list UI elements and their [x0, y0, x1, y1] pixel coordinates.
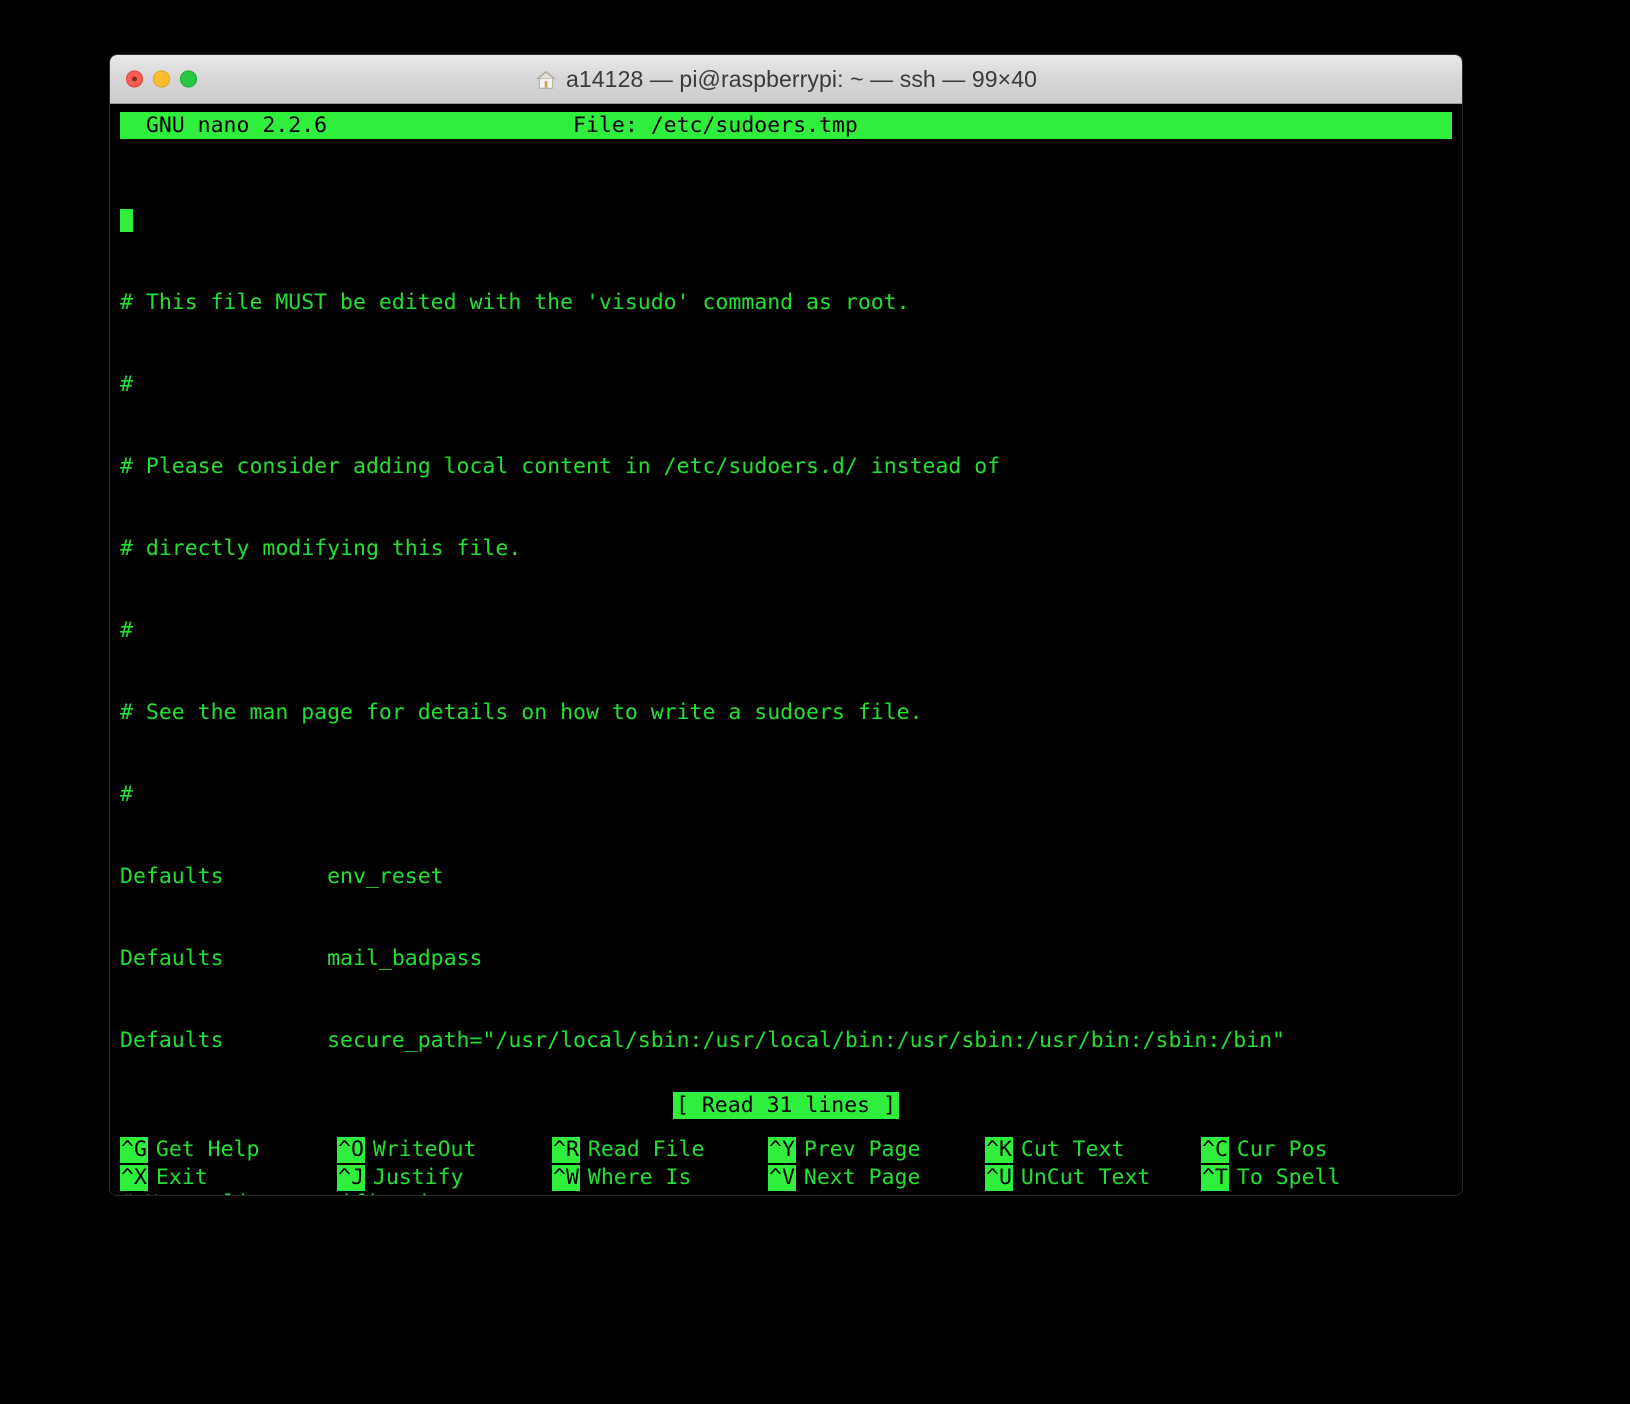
shortcut-label: Exit — [155, 1164, 208, 1190]
nano-editor-area[interactable]: # This file MUST be edited with the 'vis… — [110, 153, 1462, 1195]
editor-line: # — [120, 372, 133, 398]
shortcut-label: To Spell — [1236, 1164, 1341, 1190]
terminal-body[interactable]: GNU nano 2.2.6 File: /etc/sudoers.tmp # … — [110, 104, 1462, 1195]
shortcut-label: Get Help — [155, 1136, 260, 1162]
status-message: [ Read 31 lines ] — [672, 1092, 900, 1119]
editor-line: # directly modifying this file. — [120, 536, 522, 562]
shortcut-key: ^X — [120, 1164, 148, 1191]
window-titlebar[interactable]: a14128 — pi@raspberrypi: ~ — ssh — 99×40 — [110, 55, 1462, 104]
shortcut-justify[interactable]: ^J Justify — [337, 1164, 552, 1191]
text-cursor — [120, 208, 133, 232]
editor-line-cursor — [120, 208, 1452, 235]
house-icon — [535, 69, 557, 91]
shortcut-key: ^C — [1201, 1136, 1229, 1163]
window-title-text: a14128 — pi@raspberrypi: ~ — ssh — 99×40 — [566, 65, 1037, 92]
close-button[interactable] — [126, 70, 143, 88]
shortcut-key: ^W — [552, 1164, 580, 1191]
editor-line: # This file MUST be edited with the 'vis… — [120, 290, 910, 316]
shortcut-key: ^U — [985, 1164, 1013, 1191]
shortcut-key: ^J — [337, 1164, 365, 1191]
shortcut-cur-pos[interactable]: ^C Cur Pos — [1201, 1136, 1401, 1163]
shortcut-key: ^Y — [768, 1136, 796, 1163]
shortcut-read-file[interactable]: ^R Read File — [552, 1136, 768, 1163]
nano-shortcut-bar: ^G Get Help ^O WriteOut ^R Read File ^Y … — [120, 1135, 1452, 1191]
editor-line: # Please consider adding local content i… — [120, 454, 1001, 480]
nano-header-bar: GNU nano 2.2.6 File: /etc/sudoers.tmp — [120, 112, 1452, 139]
window-controls — [126, 70, 197, 88]
nano-status-wrap: [ Read 31 lines ] — [110, 1092, 1462, 1119]
screen-root: a14128 — pi@raspberrypi: ~ — ssh — 99×40… — [0, 0, 1630, 1404]
shortcut-key: ^G — [120, 1136, 148, 1163]
shortcut-label: Cut Text — [1020, 1136, 1125, 1162]
shortcut-key: ^O — [337, 1136, 365, 1163]
shortcut-exit[interactable]: ^X Exit — [120, 1164, 337, 1191]
shortcut-to-spell[interactable]: ^T To Spell — [1201, 1164, 1401, 1191]
shortcut-row-1: ^G Get Help ^O WriteOut ^R Read File ^Y … — [120, 1135, 1452, 1163]
shortcut-label: UnCut Text — [1020, 1164, 1151, 1190]
maximize-button[interactable] — [180, 70, 197, 88]
shortcut-key: ^R — [552, 1136, 580, 1163]
editor-line: # — [120, 781, 133, 807]
shortcut-label: Cur Pos — [1236, 1136, 1328, 1162]
shortcut-label: WriteOut — [372, 1136, 477, 1162]
shortcut-where-is[interactable]: ^W Where Is — [552, 1164, 768, 1191]
shortcut-prev-page[interactable]: ^Y Prev Page — [768, 1136, 985, 1163]
shortcut-label: Where Is — [587, 1164, 692, 1190]
terminal-window: a14128 — pi@raspberrypi: ~ — ssh — 99×40… — [110, 55, 1462, 1195]
editor-line: Defaults secure_path="/usr/local/sbin:/u… — [120, 1027, 1285, 1053]
shortcut-next-page[interactable]: ^V Next Page — [768, 1164, 985, 1191]
editor-line: # See the man page for details on how to… — [120, 699, 923, 725]
shortcut-get-help[interactable]: ^G Get Help — [120, 1136, 337, 1163]
editor-line: Defaults mail_badpass — [120, 945, 483, 971]
shortcut-label: Next Page — [803, 1164, 921, 1190]
shortcut-key: ^T — [1201, 1164, 1229, 1191]
shortcut-label: Read File — [587, 1136, 705, 1162]
editor-line: Defaults env_reset — [120, 863, 444, 889]
shortcut-label: Justify — [372, 1164, 464, 1190]
editor-line: # — [120, 618, 133, 644]
shortcut-key: ^V — [768, 1164, 796, 1191]
shortcut-cut-text[interactable]: ^K Cut Text — [985, 1136, 1201, 1163]
shortcut-key: ^K — [985, 1136, 1013, 1163]
shortcut-uncut-text[interactable]: ^U UnCut Text — [985, 1164, 1201, 1191]
shortcut-label: Prev Page — [803, 1136, 921, 1162]
minimize-button[interactable] — [153, 70, 170, 88]
window-title-group: a14128 — pi@raspberrypi: ~ — ssh — 99×40 — [535, 66, 1037, 93]
shortcut-row-2: ^X Exit ^J Justify ^W Where Is ^V Next P… — [120, 1163, 1452, 1191]
shortcut-writeout[interactable]: ^O WriteOut — [337, 1136, 552, 1163]
terminal-inner: GNU nano 2.2.6 File: /etc/sudoers.tmp # … — [110, 104, 1462, 1195]
